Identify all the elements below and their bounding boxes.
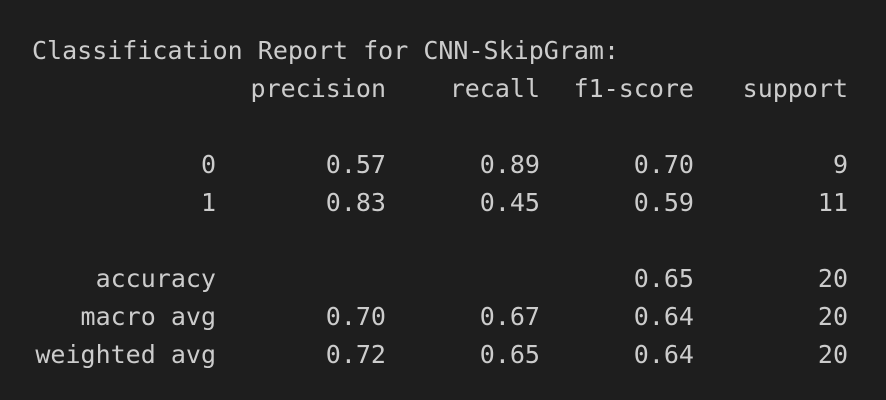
row-support: 11 <box>817 188 848 217</box>
summary-label: macro avg <box>80 302 216 331</box>
summary-precision: 0.70 <box>325 302 386 331</box>
cell-output: Classification Report for CNN-SkipGram: … <box>0 0 886 400</box>
summary-support: 20 <box>817 302 848 331</box>
row-label: 1 <box>200 188 216 217</box>
summary-label: weighted avg <box>35 340 216 369</box>
row-f1-score: 0.70 <box>633 150 694 179</box>
header-row: precision recall f1-score support <box>0 70 886 108</box>
row-f1-score: 0.59 <box>633 188 694 217</box>
header-precision: precision <box>250 74 386 103</box>
row-label: 0 <box>200 150 216 179</box>
summary-precision: 0.72 <box>325 340 386 369</box>
summary-row-weighted-avg: weighted avg 0.72 0.65 0.64 20 <box>0 336 886 374</box>
summary-f1-score: 0.64 <box>633 302 694 331</box>
header-support: support <box>742 74 848 103</box>
summary-recall: 0.67 <box>479 302 540 331</box>
row-support: 9 <box>832 150 848 179</box>
summary-support: 20 <box>817 264 848 293</box>
row-recall: 0.45 <box>479 188 540 217</box>
report-title: Classification Report for CNN-SkipGram: <box>32 36 619 65</box>
summary-row-macro-avg: macro avg 0.70 0.67 0.64 20 <box>0 298 886 336</box>
summary-row-accuracy: accuracy 0.65 20 <box>0 260 886 298</box>
summary-f1-score: 0.64 <box>633 340 694 369</box>
header-recall: recall <box>449 74 540 103</box>
summary-f1-score: 0.65 <box>633 264 694 293</box>
header-f1-score: f1-score <box>573 74 694 103</box>
table-row: 0 0.57 0.89 0.70 9 <box>0 146 886 184</box>
row-precision: 0.57 <box>325 150 386 179</box>
row-recall: 0.89 <box>479 150 540 179</box>
row-precision: 0.83 <box>325 188 386 217</box>
summary-support: 20 <box>817 340 848 369</box>
summary-recall: 0.65 <box>479 340 540 369</box>
summary-label: accuracy <box>95 264 216 293</box>
table-row: 1 0.83 0.45 0.59 11 <box>0 184 886 222</box>
